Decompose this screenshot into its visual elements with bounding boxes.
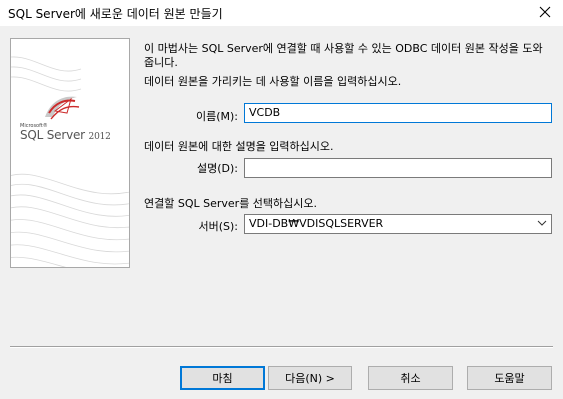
name-label: 이름(M): (195, 110, 238, 123)
wizard-banner: Microsoft® SQL Server 2012 (10, 38, 130, 268)
cancel-button-label: 취소 (400, 372, 421, 385)
help-button[interactable]: 도움말 (467, 366, 552, 390)
chevron-down-icon[interactable] (537, 218, 547, 232)
description-label: 설명(D): (197, 162, 238, 175)
sql-server-logo-icon (41, 91, 81, 126)
description-field[interactable] (244, 158, 552, 178)
server-combobox-value: VDI-DB₩VDISQLSERVER (249, 217, 384, 230)
intro-text-line2: 줍니다. (144, 56, 178, 69)
window-title: SQL Server에 새로운 데이터 원본 만들기 (8, 7, 223, 21)
footer-divider (10, 346, 553, 348)
name-field[interactable]: VCDB (244, 103, 552, 123)
cancel-button[interactable]: 취소 (368, 366, 453, 390)
next-button[interactable]: 다음(N) > (268, 366, 352, 390)
finish-button-label: 마침 (212, 372, 233, 385)
logo-year: 2012 (88, 132, 111, 142)
logo-product-name: SQL Server 2012 (20, 128, 111, 142)
server-prompt: 연결할 SQL Server를 선택하십시오. (144, 197, 318, 210)
server-label: 서버(S): (198, 220, 238, 233)
description-prompt: 데이터 원본에 대한 설명을 입력하십시오. (144, 140, 334, 153)
intro-text-line1: 이 마법사는 SQL Server에 연결할 때 사용할 수 있는 ODBC 데… (144, 42, 543, 55)
banner-swirl-art (11, 56, 129, 267)
help-button-label: 도움말 (494, 372, 525, 385)
title-bar: SQL Server에 새로운 데이터 원본 만들기 (0, 0, 563, 26)
server-combobox[interactable]: VDI-DB₩VDISQLSERVER (244, 214, 552, 234)
next-button-label: 다음(N) > (285, 372, 335, 385)
name-prompt: 데이터 원본을 가리키는 데 사용할 이름을 입력하십시오. (144, 75, 402, 88)
close-icon (539, 6, 551, 21)
finish-button[interactable]: 마침 (180, 366, 265, 390)
close-button[interactable] (527, 0, 563, 26)
